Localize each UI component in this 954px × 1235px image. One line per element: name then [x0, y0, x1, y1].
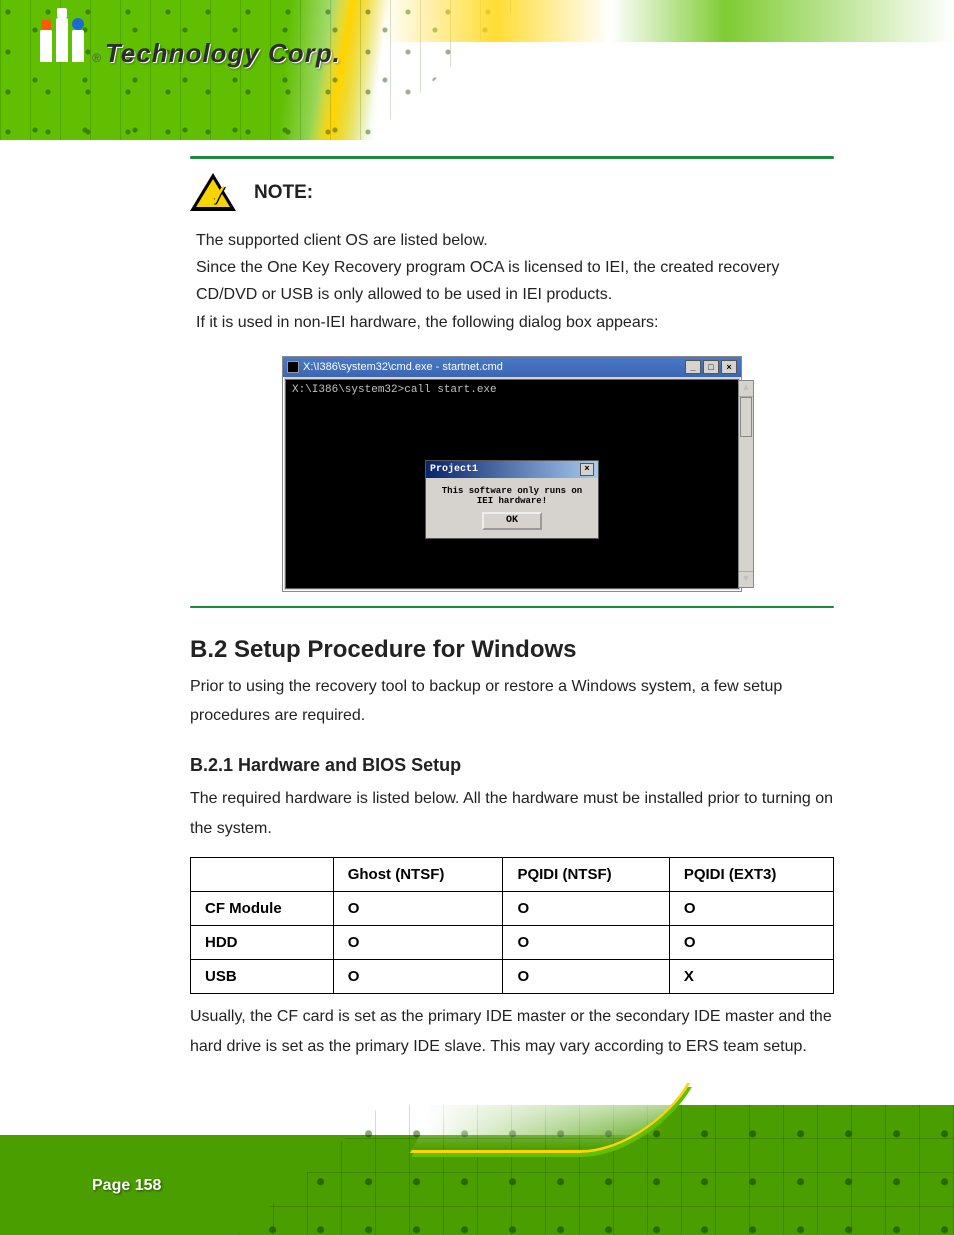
th-pqidi-ntfs: PQIDI (NTSF): [503, 858, 669, 892]
td: O: [503, 892, 669, 926]
maximize-button[interactable]: □: [703, 360, 719, 374]
logo-text: Technology Corp.: [105, 38, 341, 69]
rule-top: [190, 156, 834, 159]
cmd-window: X:\I386\system32\cmd.exe - startnet.cmd …: [282, 356, 742, 592]
minimize-button[interactable]: _: [685, 360, 701, 374]
hardware-table: Ghost (NTSF) PQIDI (NTSF) PQIDI (EXT3) C…: [190, 857, 834, 994]
section-p1: Prior to using the recovery tool to back…: [190, 672, 834, 731]
section-heading-b2: B.2 Setup Procedure for Windows: [190, 636, 834, 664]
section-p3: Usually, the CF card is set as the prima…: [190, 1002, 834, 1061]
cmd-prompt-line: X:\I386\system32>call start.exe: [292, 384, 497, 396]
page-number: Page 158: [92, 1177, 161, 1195]
cmd-icon: [287, 361, 299, 373]
section-heading-b2-1: B.2.1 Hardware and BIOS Setup: [190, 755, 834, 776]
table-row: USB O O X: [191, 960, 834, 994]
dialog-project1: Project1 × This software only runs on IE…: [425, 460, 599, 539]
td: O: [333, 892, 503, 926]
close-button[interactable]: ×: [721, 360, 737, 374]
page-content: ✓ NOTE: The supported client OS are list…: [0, 150, 954, 1069]
registered-mark: ®: [92, 51, 101, 65]
scroll-up-icon[interactable]: ▲: [739, 381, 753, 397]
th-ghost: Ghost (NTSF): [333, 858, 503, 892]
td-label: CF Module: [191, 892, 334, 926]
dialog-ok-button[interactable]: OK: [482, 512, 542, 530]
rule-mid: [190, 606, 834, 608]
dialog-message: This software only runs on IEI hardware!: [432, 486, 592, 506]
td-label: HDD: [191, 926, 334, 960]
dialog-close-button[interactable]: ×: [580, 463, 594, 476]
note-triangle-icon: ✓: [190, 173, 236, 213]
logo-bars-icon: [40, 18, 84, 62]
cmd-body: X:\I386\system32>call start.exe ▲ ▼ Proj…: [283, 377, 741, 591]
dialog-titlebar: Project1 ×: [426, 461, 598, 478]
section-p2: The required hardware is listed below. A…: [190, 784, 834, 843]
th-pqidi-ext3: PQIDI (EXT3): [669, 858, 833, 892]
th-blank: [191, 858, 334, 892]
table-row: HDD O O O: [191, 926, 834, 960]
scroll-thumb[interactable]: [740, 397, 752, 437]
logo: ® Technology Corp.: [40, 18, 341, 69]
scroll-down-icon[interactable]: ▼: [739, 571, 753, 587]
note-label: NOTE:: [254, 182, 313, 204]
td: O: [503, 960, 669, 994]
header-banner: ® Technology Corp.: [0, 0, 954, 140]
td: O: [669, 926, 833, 960]
td-label: USB: [191, 960, 334, 994]
td: O: [669, 892, 833, 926]
td: O: [333, 960, 503, 994]
dialog-title-text: Project1: [430, 464, 580, 475]
cmd-titlebar: X:\I386\system32\cmd.exe - startnet.cmd …: [283, 357, 741, 377]
td: X: [669, 960, 833, 994]
td: O: [333, 926, 503, 960]
table-header-row: Ghost (NTSF) PQIDI (NTSF) PQIDI (EXT3): [191, 858, 834, 892]
note-body: The supported client OS are listed below…: [196, 227, 834, 336]
table-row: CF Module O O O: [191, 892, 834, 926]
cmd-terminal: X:\I386\system32>call start.exe ▲ ▼ Proj…: [285, 379, 739, 589]
cmd-title-text: X:\I386\system32\cmd.exe - startnet.cmd: [303, 361, 681, 373]
dialog-body: This software only runs on IEI hardware!…: [426, 478, 598, 538]
note-header: ✓ NOTE:: [190, 173, 834, 213]
td: O: [503, 926, 669, 960]
embedded-screenshot: X:\I386\system32\cmd.exe - startnet.cmd …: [190, 356, 834, 592]
cmd-scrollbar[interactable]: ▲ ▼: [738, 380, 754, 588]
